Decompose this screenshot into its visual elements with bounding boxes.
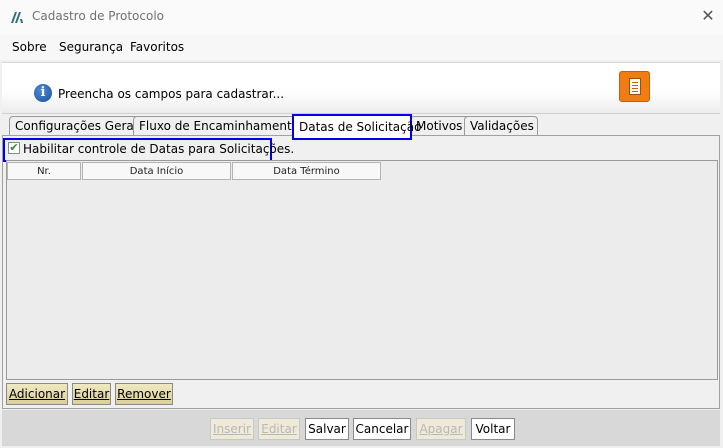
edit-button-label: Editar (261, 422, 297, 436)
close-button[interactable]: ✕ (698, 6, 718, 26)
enable-dates-checkbox[interactable]: ✔ (8, 142, 20, 154)
tab-datas-solicitacao[interactable]: Datas de Solicitação (292, 114, 421, 140)
insert-button[interactable]: Inserir (210, 418, 254, 440)
column-header-data-termino[interactable]: Data Término (232, 162, 381, 180)
menu-item-favoritos[interactable]: Favoritos (130, 40, 184, 54)
column-header-nr[interactable]: Nr. (7, 162, 81, 180)
tab-fluxo-encaminhamentos[interactable]: Fluxo de Encaminhamentos (133, 116, 305, 136)
edit-row-button-label: Editar (73, 387, 110, 401)
remove-button-label: Remover (117, 387, 171, 401)
delete-button[interactable]: Apagar (416, 418, 466, 440)
info-icon: i (34, 84, 52, 102)
remove-button[interactable]: Remover (115, 383, 173, 405)
enable-dates-label[interactable]: Habilitar controle de Datas para Solicit… (23, 142, 294, 156)
cancel-button-label: Cancelar (355, 422, 409, 436)
insert-button-label: Inserir (213, 422, 251, 436)
dates-grid[interactable] (6, 160, 718, 380)
back-button[interactable]: Voltar (471, 418, 515, 440)
back-button-label: Voltar (475, 422, 511, 436)
delete-button-label: Apagar (419, 422, 463, 436)
menu-item-seguranca[interactable]: Segurança (59, 40, 123, 54)
window-title: Cadastro de Protocolo (32, 9, 164, 23)
document-action-button[interactable] (619, 71, 650, 102)
save-button-label: Salvar (308, 422, 346, 436)
app-logo-icon (11, 12, 23, 23)
menu-item-label: Sobre (12, 40, 47, 54)
menu-bar: Sobre Segurança Favoritos (0, 34, 723, 60)
menu-item-sobre[interactable]: Sobre (12, 40, 47, 54)
info-message: Preencha os campos para cadastrar... (58, 87, 285, 101)
add-button[interactable]: Adicionar (6, 383, 68, 405)
save-button[interactable]: Salvar (305, 418, 349, 440)
column-header-data-inicio[interactable]: Data Início (82, 162, 231, 180)
cancel-button[interactable]: Cancelar (353, 418, 411, 440)
tab-validacoes[interactable]: Validações (464, 116, 538, 136)
document-icon (629, 78, 641, 95)
tab-configuracoes-gerais[interactable]: Configurações Gerais (9, 116, 143, 136)
edit-button[interactable]: Editar (258, 418, 300, 440)
add-button-label: Adicionar (8, 387, 66, 401)
edit-row-button[interactable]: Editar (72, 383, 111, 405)
